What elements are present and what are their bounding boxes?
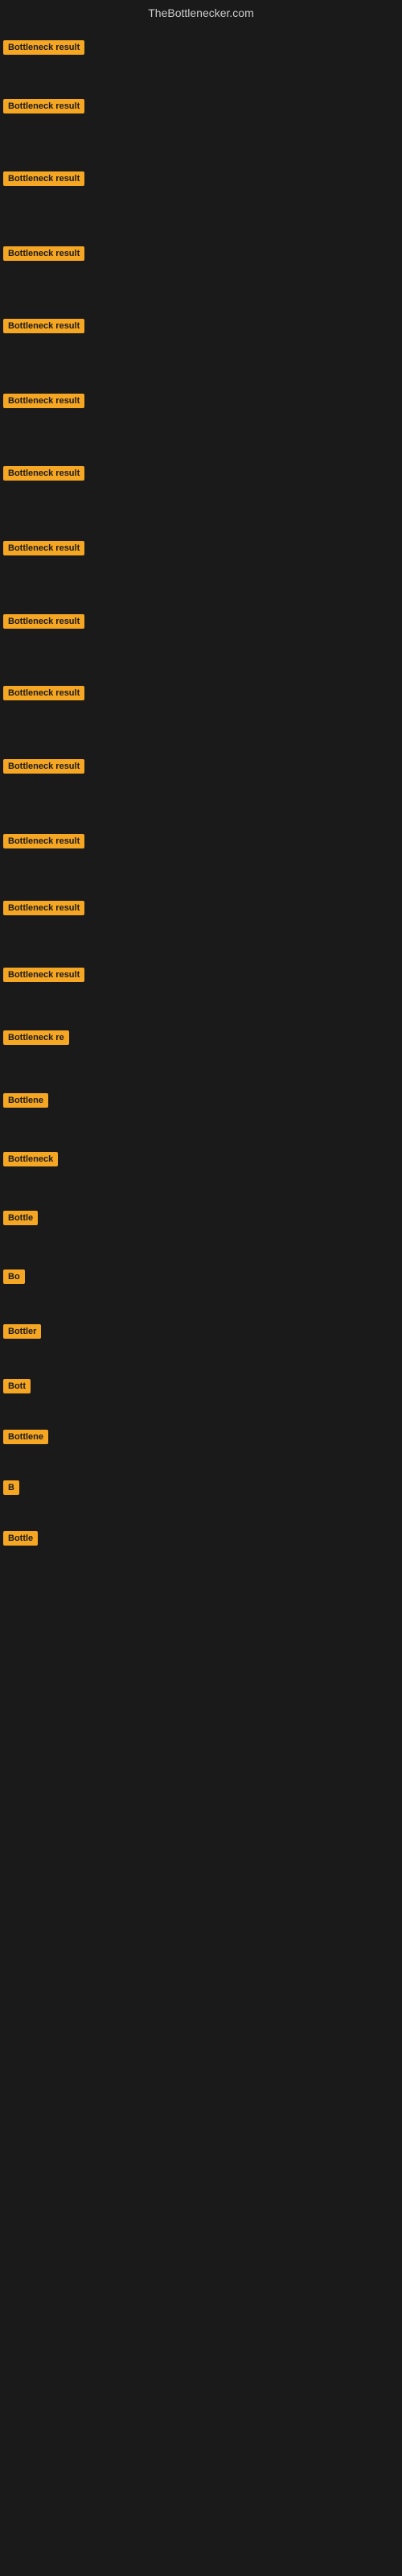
bottleneck-badge[interactable]: Bottleneck result	[3, 686, 84, 700]
bottleneck-badge[interactable]: Bo	[3, 1269, 25, 1284]
bottleneck-badge[interactable]: Bott	[3, 1379, 31, 1393]
bottleneck-badge[interactable]: Bottleneck result	[3, 319, 84, 333]
result-row: Bottleneck result	[0, 606, 402, 678]
result-row: Bottleneck result	[0, 826, 402, 893]
bottleneck-badge[interactable]: Bottleneck result	[3, 394, 84, 408]
bottleneck-badge[interactable]: Bottleneck result	[3, 40, 84, 55]
result-row: B	[0, 1472, 402, 1523]
result-row: Bottlene	[0, 1422, 402, 1472]
bottleneck-badge[interactable]: Bottleneck result	[3, 466, 84, 481]
result-row: Bottleneck result	[0, 23, 402, 91]
result-row: Bottleneck result	[0, 238, 402, 311]
result-row: Bottleneck result	[0, 91, 402, 163]
result-row: Bottle	[0, 1203, 402, 1261]
result-row: Bottleneck result	[0, 751, 402, 826]
result-row: Bottlene	[0, 1085, 402, 1144]
bottleneck-badge[interactable]: Bottleneck	[3, 1152, 58, 1166]
result-row: Bottler	[0, 1316, 402, 1371]
bottleneck-badge[interactable]: Bottleneck result	[3, 541, 84, 555]
bottleneck-badge[interactable]: Bottleneck result	[3, 968, 84, 982]
bottleneck-badge[interactable]: Bottleneck result	[3, 246, 84, 261]
result-row: Bottleneck result	[0, 533, 402, 606]
site-title: TheBottlenecker.com	[0, 0, 402, 23]
bottleneck-badge[interactable]: Bottle	[3, 1211, 38, 1225]
result-row: Bottleneck	[0, 1144, 402, 1203]
badges-container: Bottleneck result Bottleneck result Bottle…	[0, 23, 402, 1574]
result-row: Bottleneck result	[0, 678, 402, 751]
bottleneck-badge[interactable]: Bottleneck result	[3, 171, 84, 186]
bottleneck-badge[interactable]: Bottleneck result	[3, 901, 84, 915]
result-row: Bottleneck re	[0, 1022, 402, 1085]
result-row: Bottleneck result	[0, 458, 402, 533]
result-row: Bottleneck result	[0, 163, 402, 238]
bottleneck-badge[interactable]: Bottleneck re	[3, 1030, 69, 1045]
result-row: Bottle	[0, 1523, 402, 1574]
result-row: Bottleneck result	[0, 960, 402, 1022]
bottleneck-badge[interactable]: Bottlene	[3, 1430, 48, 1444]
bottleneck-badge[interactable]: Bottleneck result	[3, 614, 84, 629]
result-row: Bottleneck result	[0, 311, 402, 386]
bottleneck-badge[interactable]: Bottleneck result	[3, 99, 84, 114]
bottleneck-badge[interactable]: B	[3, 1480, 19, 1495]
result-row: Bo	[0, 1261, 402, 1316]
bottleneck-badge[interactable]: Bottlene	[3, 1093, 48, 1108]
site-title-text: TheBottlenecker.com	[148, 6, 254, 19]
result-row: Bottleneck result	[0, 386, 402, 458]
bottleneck-badge[interactable]: Bottle	[3, 1531, 38, 1546]
result-row: Bottleneck result	[0, 893, 402, 960]
bottleneck-badge[interactable]: Bottleneck result	[3, 759, 84, 774]
bottleneck-badge[interactable]: Bottler	[3, 1324, 41, 1339]
bottleneck-badge[interactable]: Bottleneck result	[3, 834, 84, 848]
result-row: Bott	[0, 1371, 402, 1422]
